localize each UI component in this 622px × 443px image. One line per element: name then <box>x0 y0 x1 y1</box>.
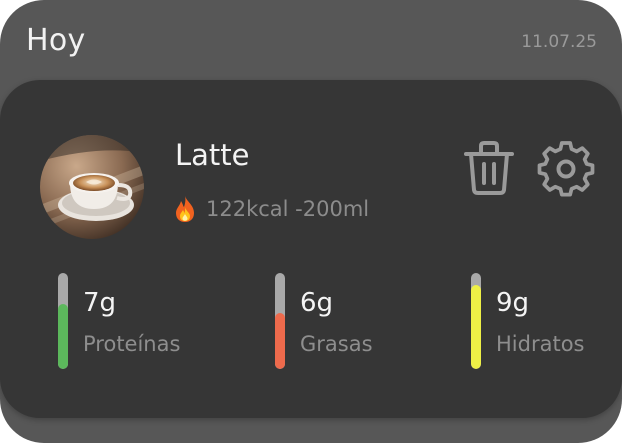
macro-carbs: 9g Hidratos <box>471 273 601 369</box>
today-card: Hoy 11.07.25 Latte 122kcal -200ml 7g Pro… <box>0 0 622 443</box>
latte-image <box>40 135 144 239</box>
fire-icon <box>176 196 194 222</box>
macro-value: 6g <box>300 288 334 318</box>
date-label: 11.07.25 <box>521 32 597 52</box>
macro-progress-fill <box>471 284 481 369</box>
macro-protein: 7g Proteínas <box>58 273 188 369</box>
macro-fat: 6g Grasas <box>275 273 405 369</box>
macro-label: Hidratos <box>496 332 585 356</box>
day-title: Hoy <box>26 23 86 58</box>
macro-value: 7g <box>83 288 117 318</box>
food-entry-card[interactable]: Latte 122kcal -200ml 7g Proteínas 6g Gra… <box>0 80 622 418</box>
macro-value: 9g <box>496 288 530 318</box>
macro-label: Grasas <box>300 332 373 356</box>
macro-progress-bar <box>275 273 285 369</box>
calories-volume: 122kcal -200ml <box>206 197 370 221</box>
macro-label: Proteínas <box>83 332 181 356</box>
macro-progress-fill <box>275 313 285 369</box>
macro-progress-bar <box>471 273 481 369</box>
food-name: Latte <box>175 138 250 172</box>
macro-progress-bar <box>58 273 68 369</box>
trash-icon[interactable] <box>462 140 516 196</box>
food-meta: 122kcal -200ml <box>172 192 369 226</box>
gear-icon[interactable] <box>536 140 596 198</box>
macro-progress-fill <box>58 303 68 369</box>
